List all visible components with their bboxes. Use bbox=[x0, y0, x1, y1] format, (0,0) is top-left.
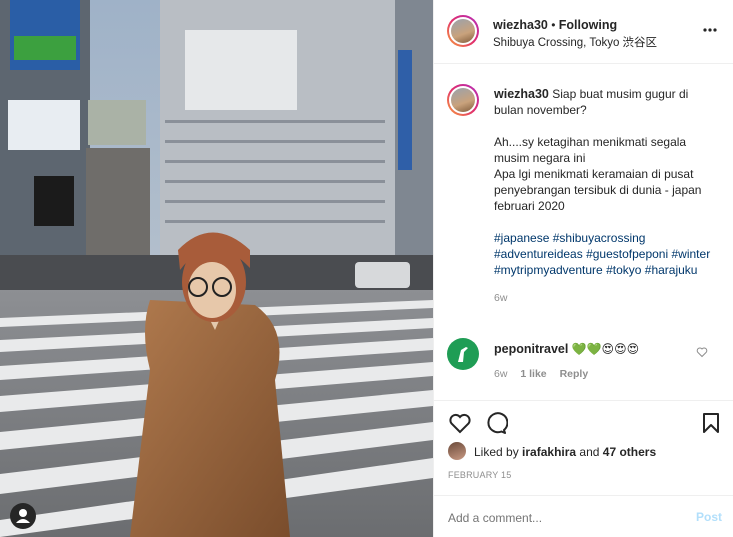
post-header: wiezha30 • Following Shibuya Crossing, T… bbox=[434, 0, 733, 64]
hashtag[interactable]: #mytripmyadventure bbox=[494, 263, 603, 277]
caption-time[interactable]: 6w bbox=[494, 290, 714, 306]
reply-button[interactable]: Reply bbox=[560, 368, 589, 380]
instagram-post: wiezha30 • Following Shibuya Crossing, T… bbox=[0, 0, 733, 537]
likes-summary: Liked by irafakhira and 47 others bbox=[474, 445, 656, 459]
add-comment-bar: Post bbox=[434, 495, 733, 537]
caption-line3: Apa lgi menikmati keramaian di pusat pen… bbox=[494, 167, 702, 213]
liker-username[interactable]: irafakhira bbox=[522, 445, 576, 459]
comment-icon[interactable] bbox=[484, 411, 509, 438]
comment-avatar[interactable] bbox=[447, 338, 479, 370]
separator-dot: • bbox=[551, 18, 556, 32]
hashtag[interactable]: #guestofpeponi bbox=[586, 247, 668, 261]
hashtag[interactable]: #shibuyacrossing bbox=[553, 231, 646, 245]
user-tag-icon[interactable] bbox=[10, 503, 36, 529]
post-sidebar: wiezha30 • Following Shibuya Crossing, T… bbox=[433, 0, 733, 537]
hashtag[interactable]: #harajuku bbox=[645, 263, 698, 277]
post-date[interactable]: FEBRUARY 15 bbox=[448, 470, 511, 480]
likes-others[interactable]: 47 others bbox=[603, 445, 656, 459]
comment-meta: 6w 1 like Reply bbox=[494, 368, 588, 380]
comment-input[interactable] bbox=[446, 508, 680, 528]
giraffe-icon bbox=[458, 347, 468, 362]
bookmark-icon[interactable] bbox=[699, 411, 723, 438]
more-options-icon[interactable] bbox=[702, 22, 718, 41]
heart-icon[interactable] bbox=[448, 411, 472, 438]
likes-and: and bbox=[579, 445, 600, 459]
follow-status[interactable]: Following bbox=[559, 18, 617, 32]
author-avatar[interactable] bbox=[447, 15, 479, 47]
post-location[interactable]: Shibuya Crossing, Tokyo 渋谷区 bbox=[493, 34, 657, 50]
comment-text: 💚💚😍😍😍 bbox=[571, 342, 640, 356]
post-comment-button[interactable]: Post bbox=[696, 510, 722, 524]
caption-avatar[interactable] bbox=[447, 84, 479, 116]
photo-scene bbox=[0, 0, 433, 537]
comment-likes[interactable]: 1 like bbox=[520, 368, 546, 380]
caption-username[interactable]: wiezha30 bbox=[494, 87, 549, 101]
caption: wiezha30 Siap buat musim gugur di bulan … bbox=[494, 86, 714, 306]
action-bar bbox=[434, 400, 733, 434]
hashtag[interactable]: #winter bbox=[672, 247, 711, 261]
comment-username[interactable]: peponitravel bbox=[494, 342, 568, 356]
caption-line2: Ah....sy ketagihan menikmati segala musi… bbox=[494, 135, 687, 165]
hashtag[interactable]: #tokyo bbox=[606, 263, 641, 277]
comment: peponitravel 💚💚😍😍😍 bbox=[494, 342, 639, 356]
hashtag[interactable]: #japanese bbox=[494, 231, 549, 245]
liker-avatar[interactable] bbox=[448, 442, 466, 460]
likes-prefix: Liked by bbox=[474, 445, 519, 459]
author-username[interactable]: wiezha30 bbox=[493, 18, 548, 32]
comment-like-icon[interactable] bbox=[696, 346, 708, 361]
hashtag[interactable]: #adventureideas bbox=[494, 247, 583, 261]
comment-time[interactable]: 6w bbox=[494, 368, 507, 380]
post-photo[interactable] bbox=[0, 0, 433, 537]
caption-hashtags: #japanese #shibuyacrossing #adventureide… bbox=[494, 230, 714, 278]
